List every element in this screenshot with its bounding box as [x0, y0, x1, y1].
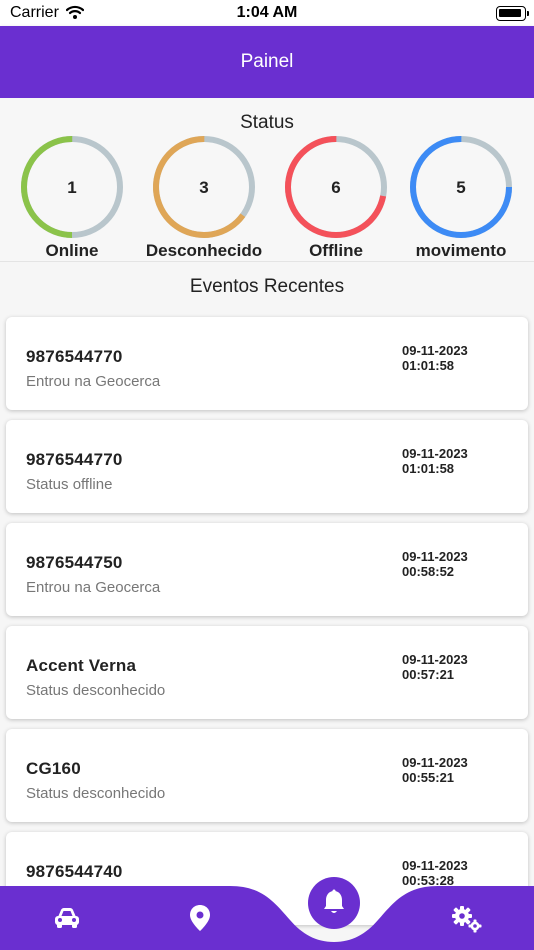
- bell-icon: [324, 889, 344, 913]
- event-card[interactable]: 9876544750 Entrou na Geocerca 09-11-2023…: [6, 523, 528, 616]
- settings-icon[interactable]: [451, 905, 483, 938]
- event-subtitle: Status desconhecido: [26, 682, 166, 699]
- clock: 1:04 AM: [236, 4, 298, 21]
- page-title: Painel: [240, 51, 294, 72]
- map-pin-icon[interactable]: [189, 904, 211, 937]
- event-title: 9876544750: [26, 553, 123, 572]
- notifications-button[interactable]: [308, 877, 360, 929]
- event-date: 09-11-2023: [402, 858, 468, 873]
- event-date: 09-11-2023: [402, 446, 468, 461]
- status-panel: Status 1 Online 3 Desconhecido 6 Offline…: [0, 98, 534, 262]
- event-time: 00:57:21: [402, 667, 455, 682]
- event-subtitle: Status desconhecido: [26, 785, 166, 802]
- event-title: CG160: [26, 759, 81, 778]
- event-date: 09-11-2023: [402, 652, 468, 667]
- event-time: 01:01:58: [402, 358, 455, 373]
- event-timestamp: 09-11-2023 01:01:58: [402, 343, 468, 373]
- gauge-value: 3: [199, 178, 209, 197]
- car-icon[interactable]: [53, 906, 81, 935]
- event-timestamp: 09-11-2023 00:58:52: [402, 549, 468, 579]
- event-time: 01:01:58: [402, 461, 455, 476]
- event-card[interactable]: 9876544770 Entrou na Geocerca 09-11-2023…: [6, 317, 528, 410]
- event-title: 9876544740: [26, 862, 123, 881]
- event-title: Accent Verna: [26, 656, 137, 675]
- gauge-moving[interactable]: 5 movimento: [391, 98, 531, 260]
- event-card[interactable]: 9876544770 Status offline 09-11-2023 01:…: [6, 420, 528, 513]
- event-date: 09-11-2023: [402, 549, 468, 564]
- event-time: 00:55:21: [402, 770, 455, 785]
- event-title: 9876544770: [26, 450, 123, 469]
- event-card[interactable]: Accent Verna Status desconhecido 09-11-2…: [6, 626, 528, 719]
- gauge-unknown[interactable]: 3 Desconhecido: [134, 98, 274, 260]
- gauge-label: movimento: [415, 241, 507, 260]
- event-subtitle: Entrou na Geocerca: [26, 579, 161, 596]
- battery-icon: [496, 6, 529, 21]
- event-title: 9876544770: [26, 347, 123, 366]
- gauge-value: 6: [331, 178, 341, 197]
- events-title: Eventos Recentes: [189, 276, 345, 297]
- bottom-nav: [0, 880, 534, 950]
- event-timestamp: 09-11-2023 00:55:21: [402, 755, 468, 785]
- event-subtitle: Entrou na Geocerca: [26, 373, 161, 390]
- event-date: 09-11-2023: [402, 755, 468, 770]
- event-timestamp: 09-11-2023 00:57:21: [402, 652, 468, 682]
- gauge-offline[interactable]: 6 Offline: [266, 98, 406, 260]
- app-bar: Painel: [0, 26, 534, 98]
- gauge-value: 5: [456, 178, 466, 197]
- gauge-online[interactable]: 1 Online: [2, 98, 142, 260]
- status-bar: Carrier 1:04 AM: [0, 0, 534, 26]
- event-timestamp: 09-11-2023 01:01:58: [402, 446, 468, 476]
- event-date: 09-11-2023: [402, 343, 468, 358]
- event-time: 00:58:52: [402, 564, 455, 579]
- event-card[interactable]: CG160 Status desconhecido 09-11-2023 00:…: [6, 729, 528, 822]
- gauge-value: 1: [67, 178, 77, 197]
- event-subtitle: Status offline: [26, 476, 113, 493]
